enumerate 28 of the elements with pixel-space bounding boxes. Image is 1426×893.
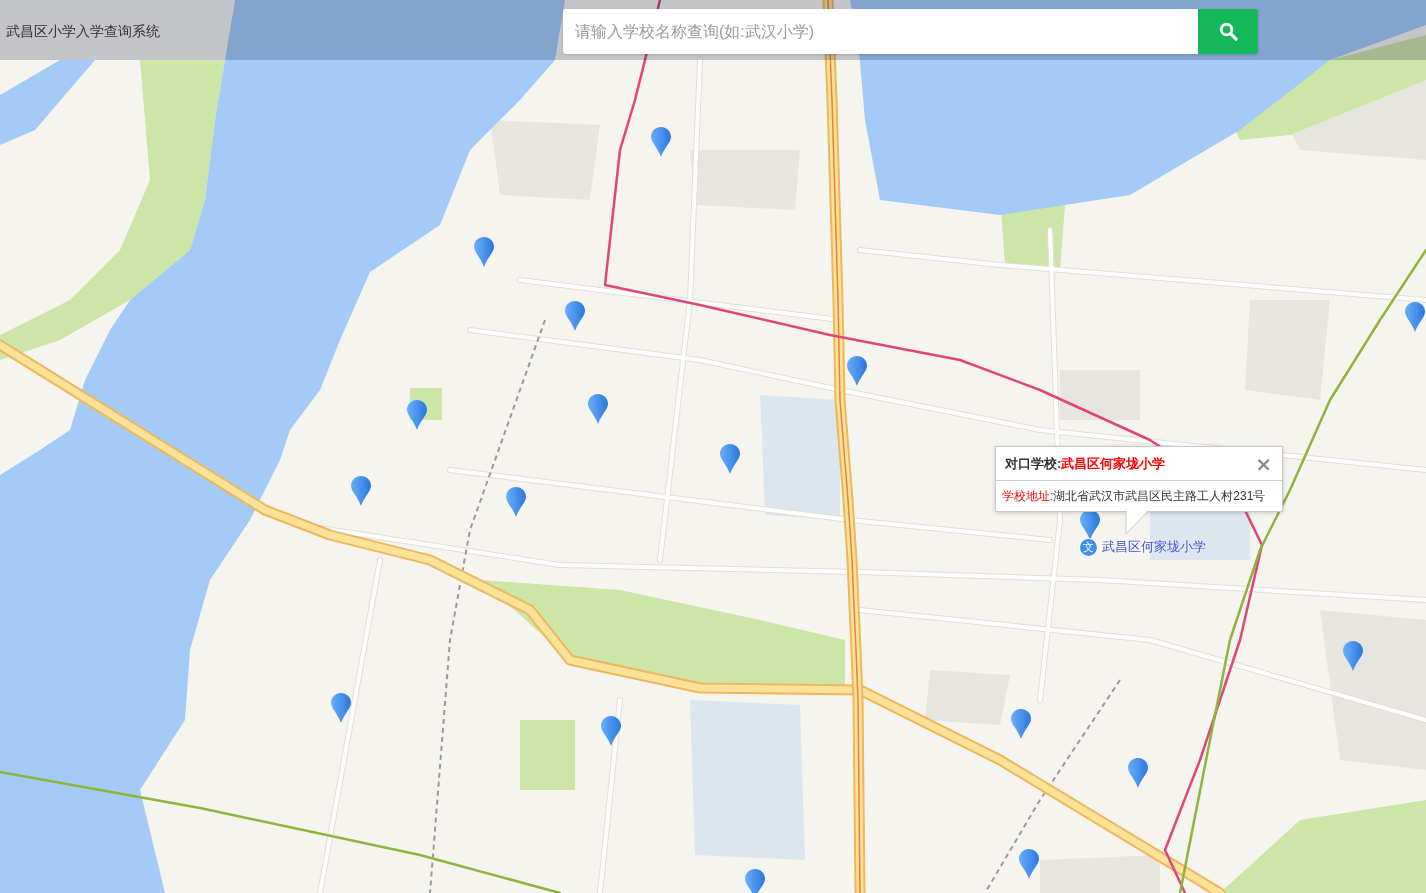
map-pin-icon[interactable]: [601, 716, 621, 746]
map-pin-icon[interactable]: [474, 237, 494, 267]
map-pin-icon[interactable]: [565, 301, 585, 331]
map-pin-icon[interactable]: [1080, 510, 1100, 540]
map-pin-icon[interactable]: [720, 444, 740, 474]
map-pin-icon[interactable]: [1405, 302, 1425, 332]
app-title: 武昌区小学入学查询系统: [6, 22, 160, 41]
map-pin-icon[interactable]: [1019, 849, 1039, 879]
map-pin-icon[interactable]: [351, 476, 371, 506]
search-field[interactable]: 请输入学校名称查询(如:武汉小学): [563, 9, 1198, 54]
map-pin-icon[interactable]: [331, 693, 351, 723]
map-pin-icon[interactable]: [1128, 758, 1148, 788]
search-icon: [1218, 22, 1238, 41]
map-pin-icon[interactable]: [651, 127, 671, 157]
map-pin-icon[interactable]: [745, 869, 765, 893]
map-pin-icon[interactable]: [847, 356, 867, 386]
school-name: 武昌区何家垅小学: [1061, 454, 1166, 473]
school-label[interactable]: 武昌区何家垅小学: [1102, 538, 1206, 556]
map-pin-icon[interactable]: [588, 394, 608, 424]
close-button[interactable]: ×: [1253, 453, 1274, 474]
info-title-label: 对口学校:: [1005, 454, 1062, 473]
map-pin-icon[interactable]: [1011, 709, 1031, 739]
address-text: 湖北省武汉市武昌区民主路工人村231号: [1053, 488, 1266, 505]
search-button[interactable]: [1198, 9, 1258, 54]
address-label: 学校地址:: [1002, 488, 1054, 505]
map-pin-icon[interactable]: [407, 400, 427, 430]
map-pin-icon[interactable]: [1343, 641, 1363, 671]
map-pin-icon[interactable]: [506, 487, 526, 517]
